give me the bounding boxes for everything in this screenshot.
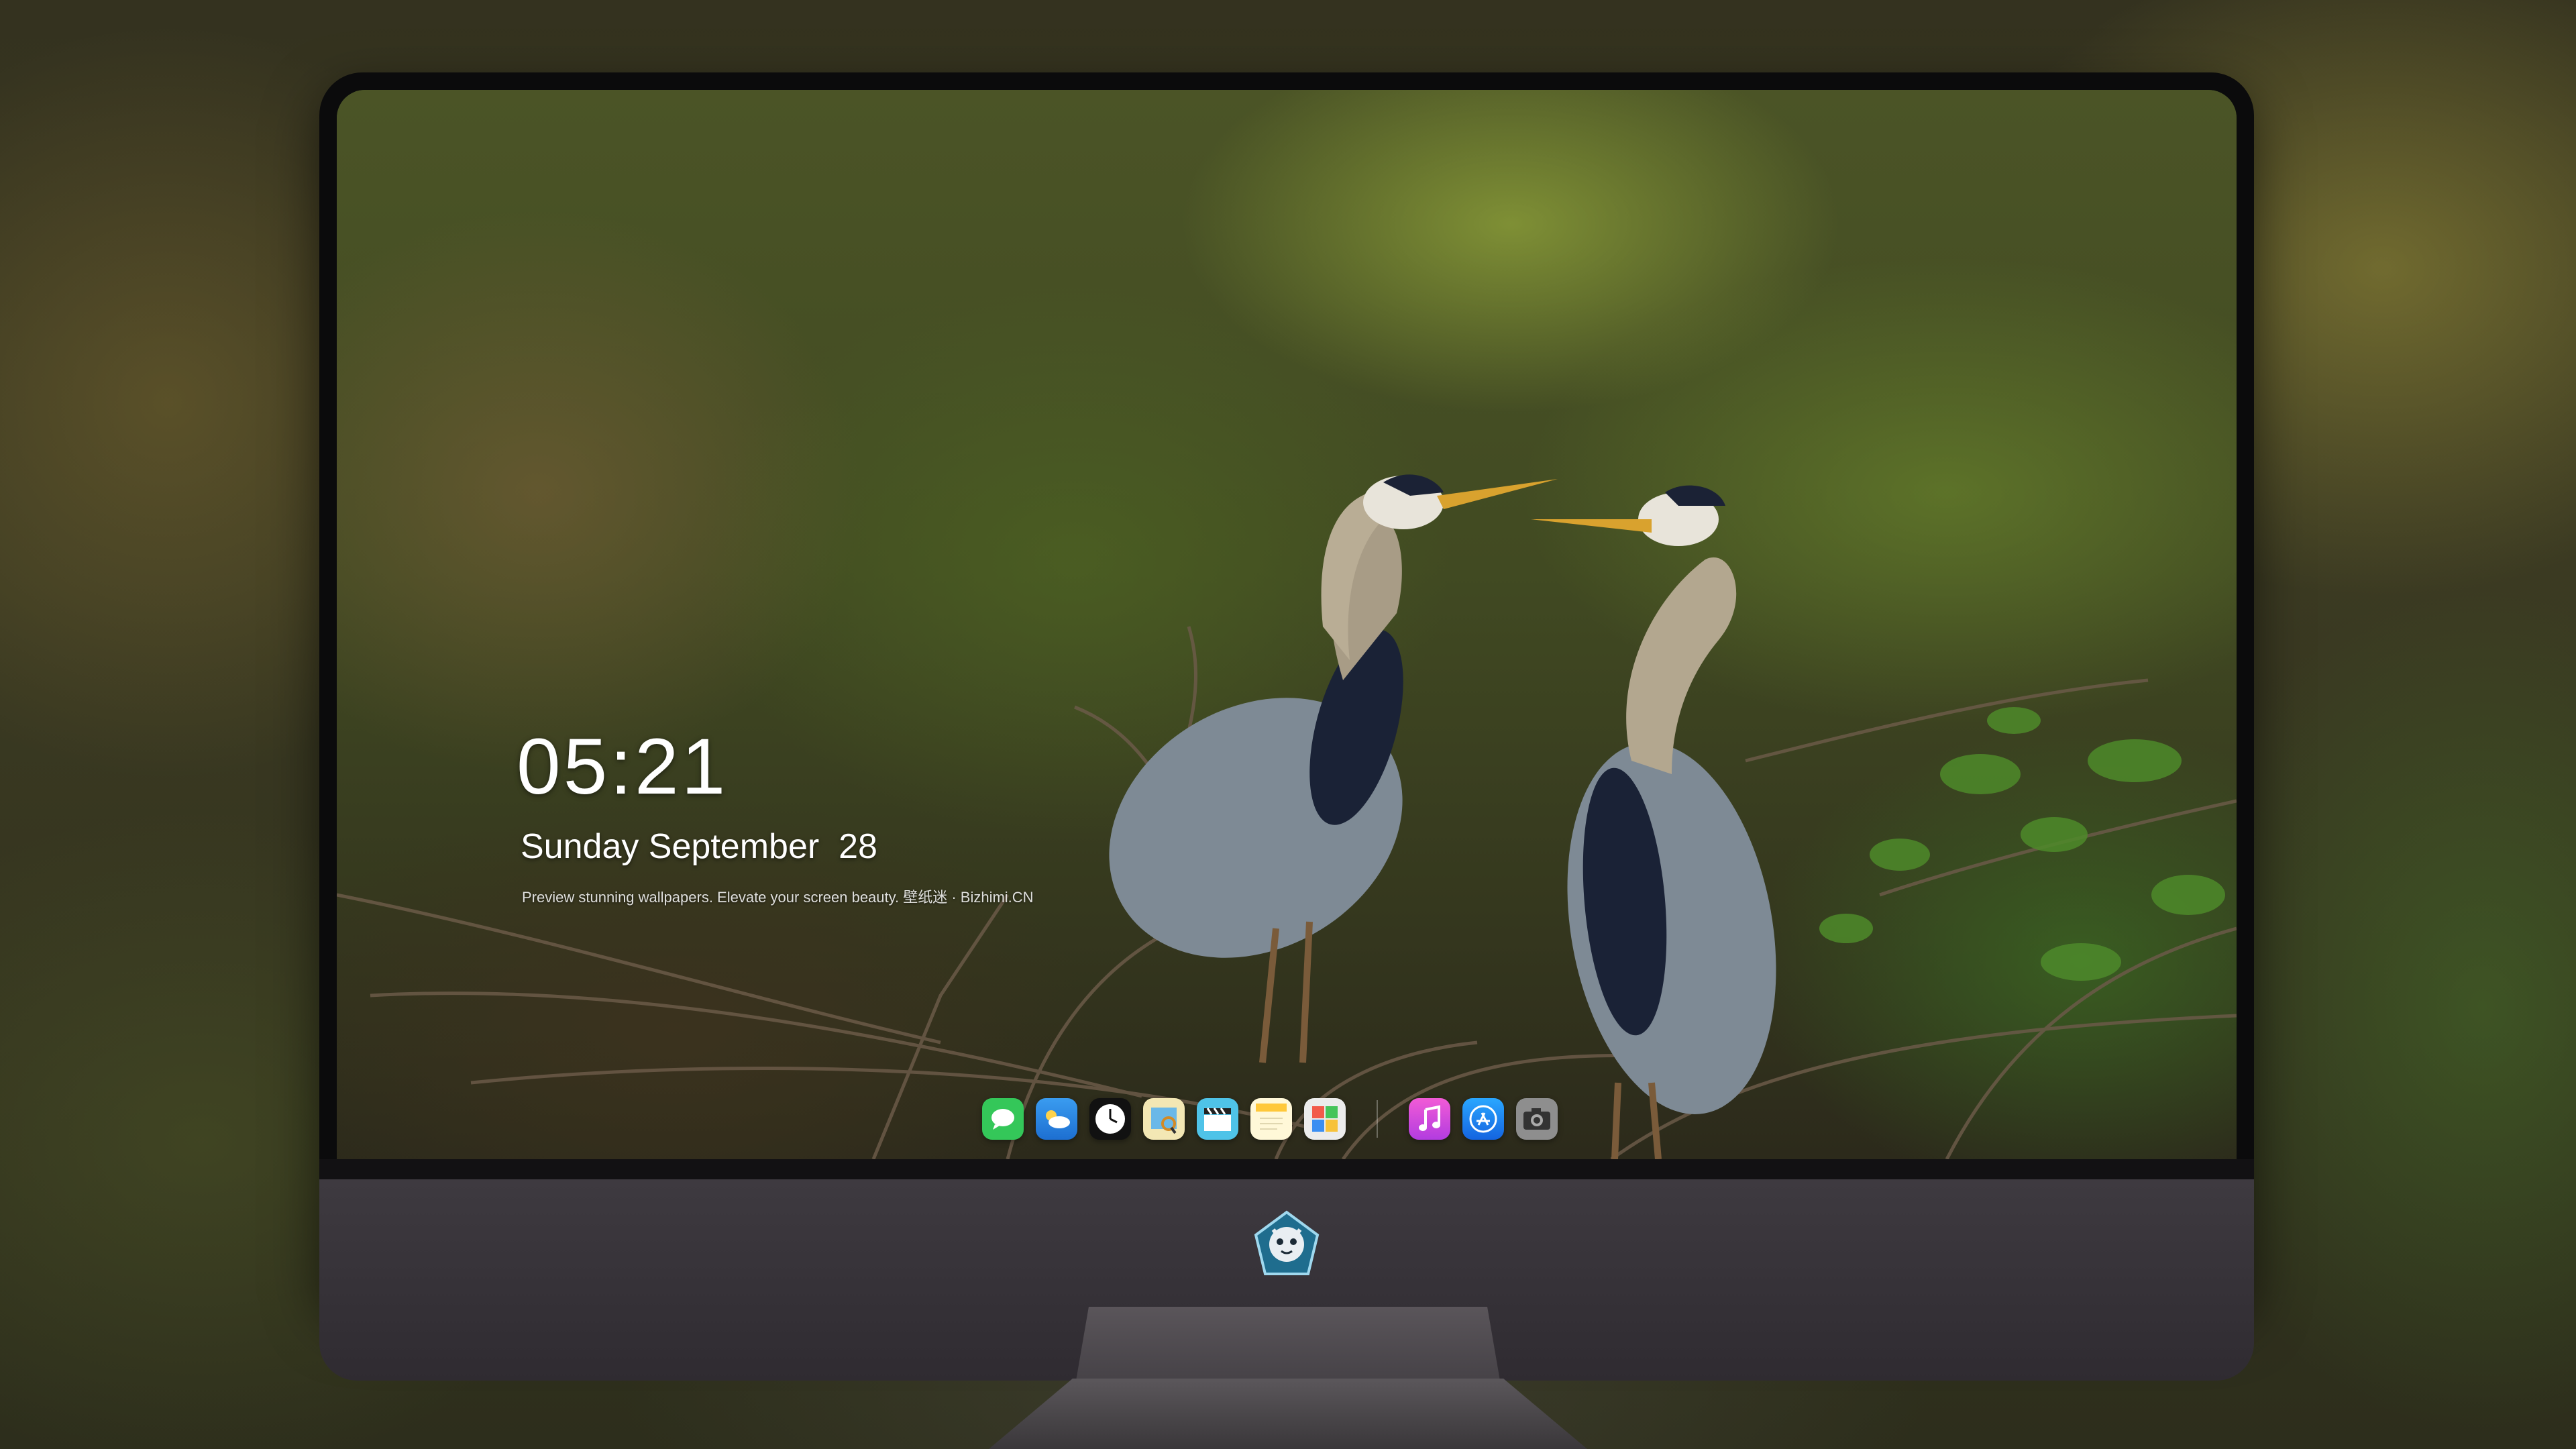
wallpaper-caption: Preview stunning wallpapers. Elevate you… <box>522 889 1034 906</box>
messages-icon[interactable] <box>982 1098 1024 1140</box>
music-icon[interactable] <box>1409 1098 1450 1140</box>
lock-clock: 05:21 <box>517 722 729 811</box>
notes-icon[interactable] <box>1250 1098 1292 1140</box>
heron-illustration <box>337 474 2237 1159</box>
app-store-icon[interactable] <box>1462 1098 1504 1140</box>
mascot-logo-icon <box>1254 1210 1320 1275</box>
screen: 05:21 Sunday September 28 Preview stunni… <box>337 90 2237 1159</box>
clapperboard-icon[interactable] <box>1197 1098 1238 1140</box>
desktop-scene: 05:21 Sunday September 28 Preview stunni… <box>0 0 2576 1449</box>
preview-icon[interactable] <box>1143 1098 1185 1140</box>
weather-icon[interactable] <box>1036 1098 1077 1140</box>
clock-icon[interactable] <box>1089 1098 1131 1140</box>
dock-separator <box>1377 1100 1378 1138</box>
dock <box>982 1092 1558 1146</box>
camera-icon[interactable] <box>1516 1098 1558 1140</box>
photo-grid-icon[interactable] <box>1304 1098 1346 1140</box>
leaves <box>1819 707 2225 981</box>
left-heron <box>1109 474 1558 1063</box>
lock-date: Sunday September 28 <box>521 827 877 866</box>
monitor-stand-neck <box>1076 1307 1500 1381</box>
monitor: 05:21 Sunday September 28 Preview stunni… <box>319 72 2254 1381</box>
monitor-stand-base <box>989 1379 1587 1449</box>
wallpaper: 05:21 Sunday September 28 Preview stunni… <box>337 90 2237 1159</box>
